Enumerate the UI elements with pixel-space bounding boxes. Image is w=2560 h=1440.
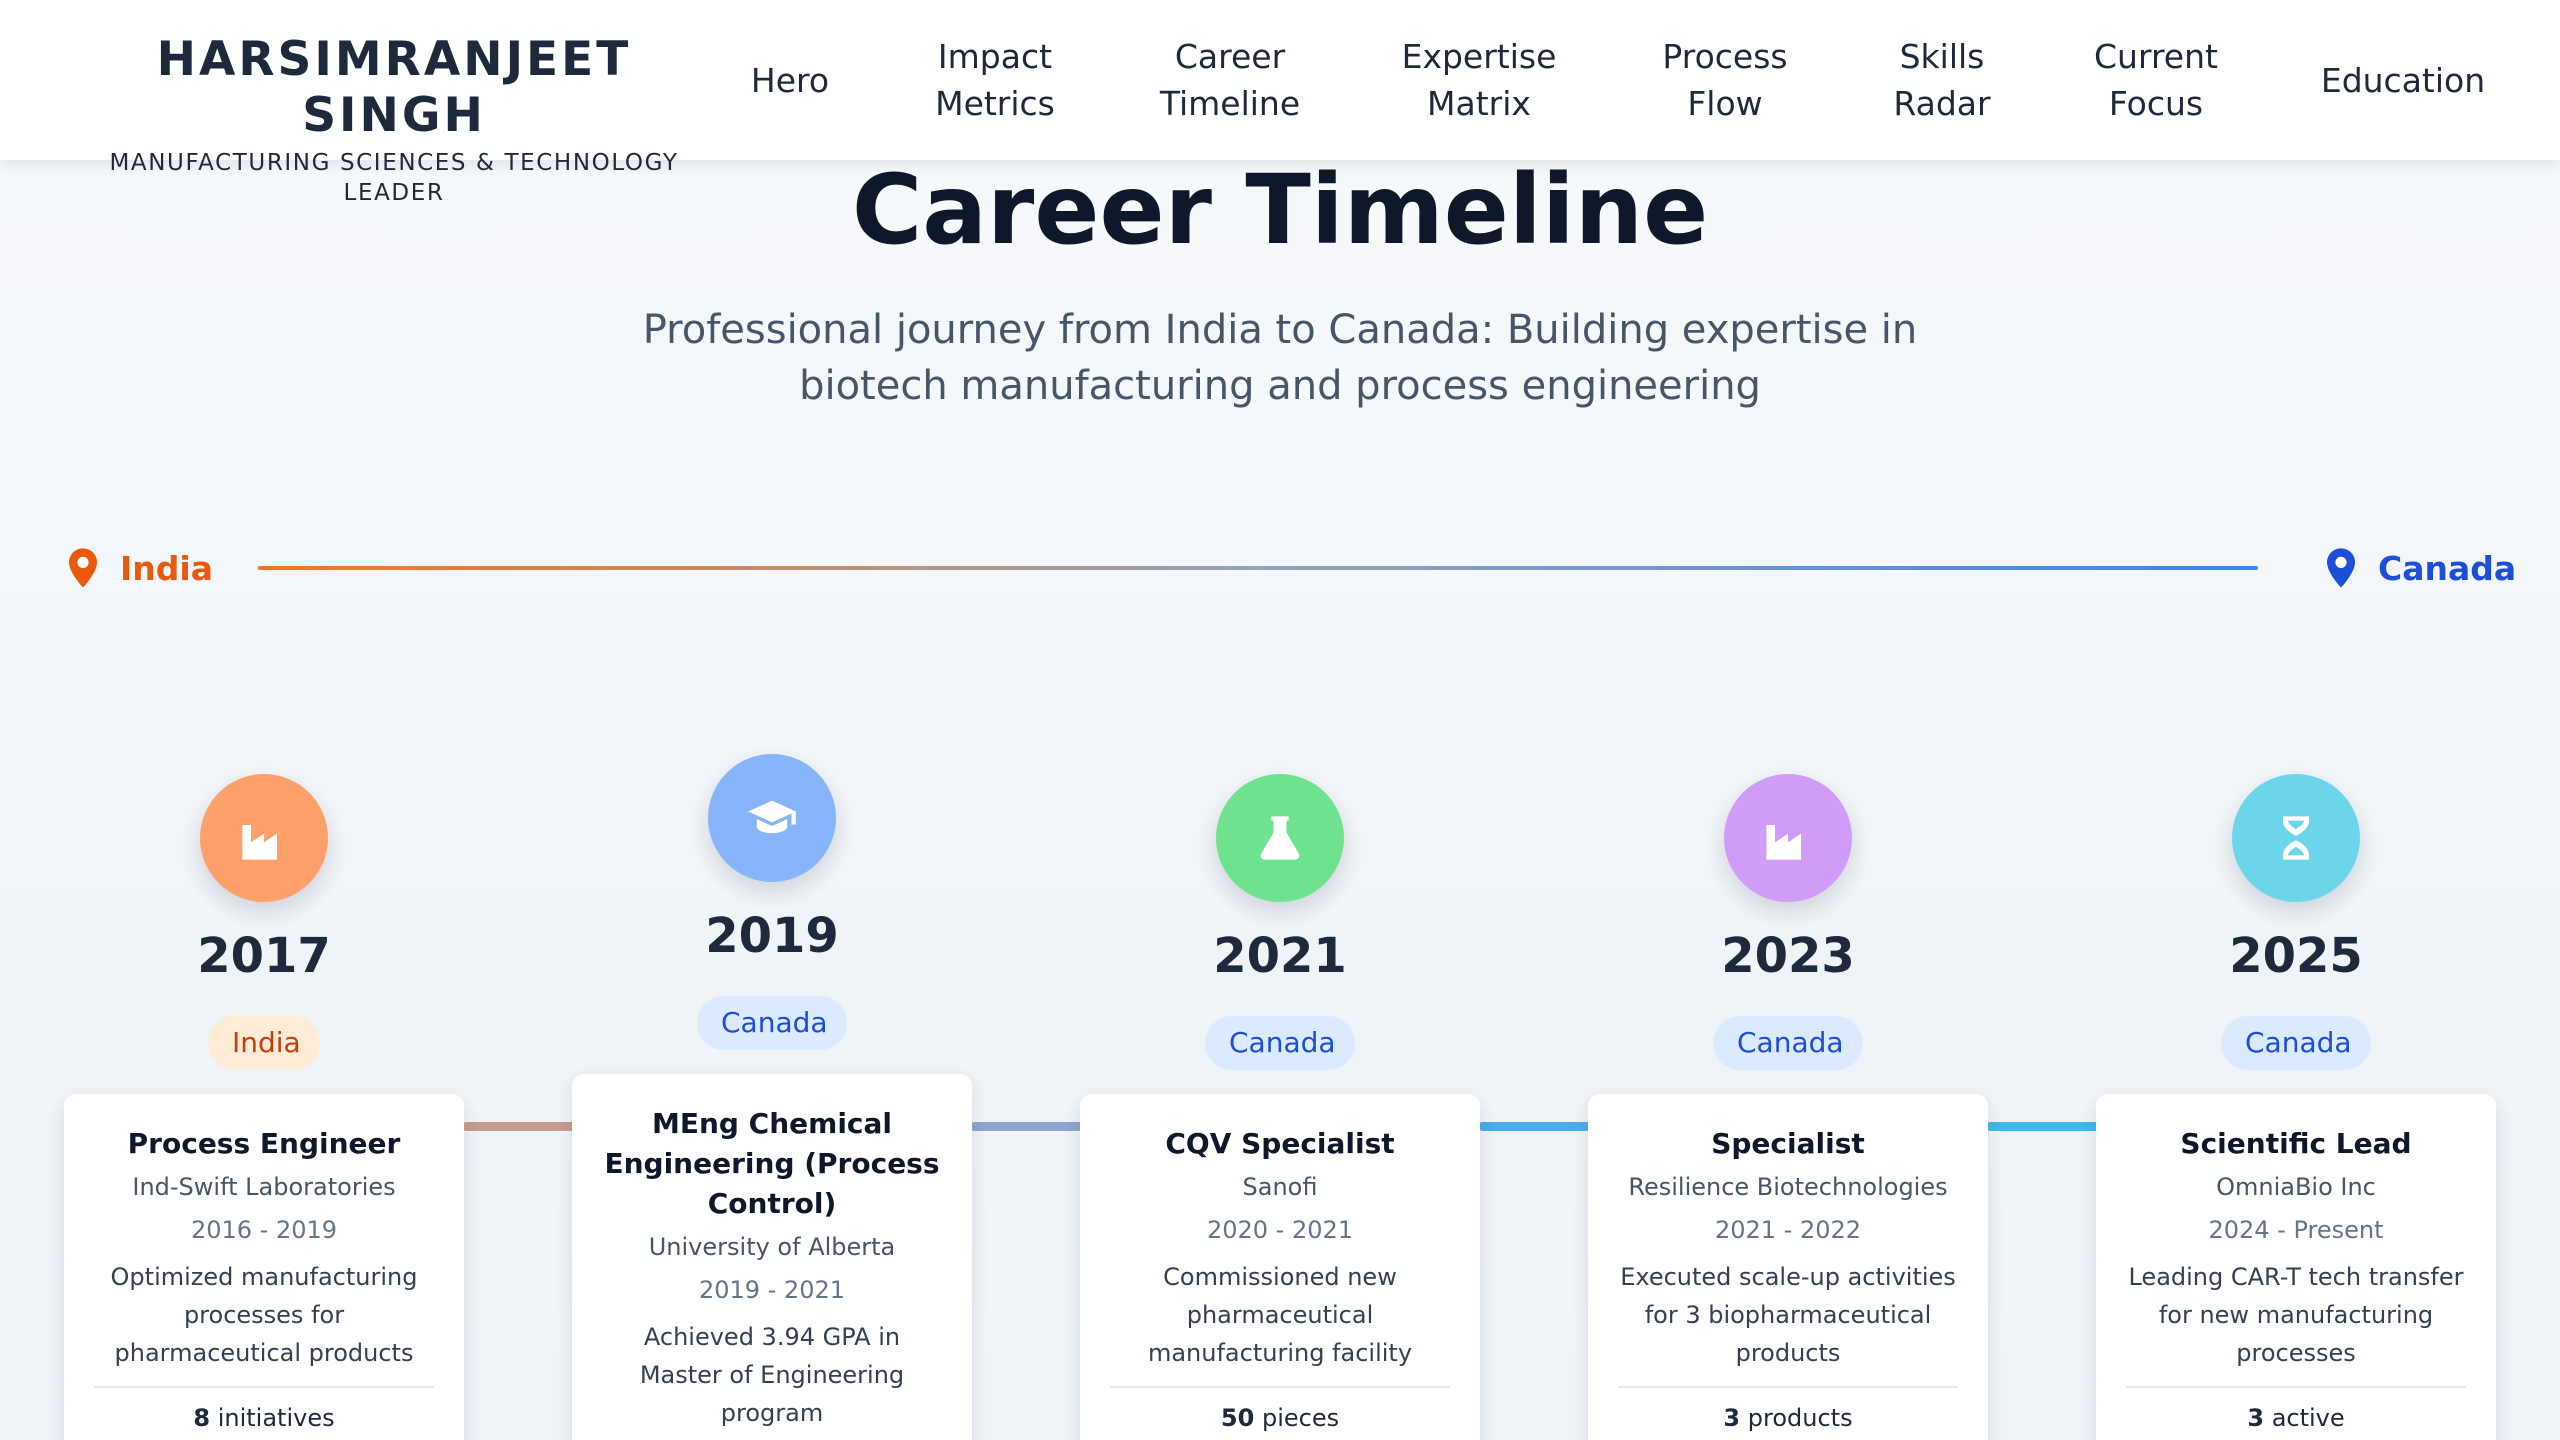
nav-skills-radar[interactable]: Skills Radar — [1880, 28, 2004, 132]
period: 2024 - Present — [2208, 1216, 2384, 1244]
milestone-card[interactable]: Specialist Resilience Biotechnologies 20… — [1588, 1094, 1988, 1440]
metric-value: 8 — [193, 1404, 211, 1432]
graduation-cap-icon — [748, 800, 796, 834]
map-pin-icon — [2327, 548, 2355, 588]
metric-unit: active — [2271, 1404, 2345, 1432]
page: HARSIMRANJEET SINGH MANUFACTURING SCIENC… — [0, 0, 2560, 1440]
milestone-year: 2025 — [2229, 928, 2363, 984]
description: Optimized manufacturing processes for ph… — [110, 1263, 418, 1367]
metric: 8 initiatives — [94, 1402, 434, 1434]
organization: Resilience Biotechnologies — [1628, 1173, 1948, 1201]
location-badge: Canada — [697, 996, 847, 1050]
timeline-connector — [972, 1122, 1082, 1131]
card-divider — [1110, 1386, 1450, 1388]
timeline-connector — [1988, 1122, 2098, 1131]
journey-end: Canada — [2324, 545, 2516, 591]
metric-value: 3 — [1723, 1404, 1741, 1432]
organization: Ind-Swift Laboratories — [132, 1173, 396, 1201]
metric-value: 50 — [1220, 1404, 1255, 1432]
metric-unit: products — [1747, 1404, 1853, 1432]
metric-unit: initiatives — [217, 1404, 335, 1432]
milestone-year: 2019 — [705, 908, 839, 964]
milestone-card[interactable]: Process Engineer Ind-Swift Laboratories … — [64, 1094, 464, 1440]
description: Commissioned new pharmaceutical manufact… — [1147, 1263, 1413, 1367]
journey-line — [258, 566, 2258, 570]
timeline-connector — [464, 1122, 574, 1131]
location-badge: Canada — [1713, 1016, 1863, 1070]
role-title: MEng Chemical Engineering (Process Contr… — [604, 1107, 940, 1220]
milestone-year: 2017 — [197, 928, 331, 984]
flask-icon — [1260, 816, 1300, 860]
metric: 3 active — [2126, 1402, 2466, 1434]
timeline-connector — [1480, 1122, 1590, 1131]
description: Executed scale-up activities for 3 bioph… — [1620, 1263, 1956, 1367]
milestone-icon — [2232, 774, 2360, 902]
location-badge: India — [208, 1016, 320, 1070]
milestone-year: 2021 — [1213, 928, 1347, 984]
metric: 3 products — [1618, 1402, 1958, 1434]
journey-start: India — [66, 545, 213, 591]
location-badge: Canada — [1205, 1016, 1355, 1070]
nav-process-flow[interactable]: Process Flow — [1640, 28, 1810, 132]
milestone-icon — [200, 774, 328, 902]
card-divider — [2126, 1386, 2466, 1388]
nav-career-timeline[interactable]: Career Timeline — [1150, 28, 1310, 132]
dna-icon — [2283, 816, 2309, 860]
milestone-card[interactable]: CQV Specialist Sanofi 2020 - 2021 Commis… — [1080, 1094, 1480, 1440]
period: 2020 - 2021 — [1206, 1216, 1354, 1244]
nav-current-focus[interactable]: Current Focus — [2080, 28, 2232, 132]
brand-tagline: MANUFACTURING SCIENCES & TECHNOLOGY LEAD… — [109, 150, 679, 206]
factory-icon — [1766, 825, 1801, 860]
location-badge: Canada — [2221, 1016, 2371, 1070]
role-title: Scientific Lead — [2180, 1127, 2412, 1160]
role-title: CQV Specialist — [1165, 1127, 1395, 1160]
map-pin-icon — [69, 548, 97, 588]
card-divider — [94, 1386, 434, 1388]
role-title: Process Engineer — [127, 1127, 401, 1160]
milestone-card[interactable]: MEng Chemical Engineering (Process Contr… — [572, 1074, 972, 1440]
milestone-card[interactable]: Scientific Lead OmniaBio Inc 2024 - Pres… — [2096, 1094, 2496, 1440]
period: 2016 - 2019 — [190, 1216, 338, 1244]
period: 2019 - 2021 — [698, 1276, 846, 1304]
milestone-icon — [1216, 774, 1344, 902]
description: Achieved 3.94 GPA in Master of Engineeri… — [639, 1323, 905, 1427]
section-subtitle: Professional journey from India to Canad… — [642, 307, 1918, 409]
milestone-icon — [1724, 774, 1852, 902]
nav-impact-metrics[interactable]: Impact Metrics — [918, 28, 1072, 132]
nav-expertise-matrix[interactable]: Expertise Matrix — [1384, 28, 1574, 132]
brand[interactable]: HARSIMRANJEET SINGH MANUFACTURING SCIENC… — [64, 32, 724, 208]
brand-name: HARSIMRANJEET SINGH — [156, 32, 632, 143]
metric: 50 pieces — [1110, 1402, 1450, 1434]
factory-icon — [242, 825, 277, 860]
description: Leading CAR-T tech transfer for new manu… — [2128, 1263, 2464, 1367]
milestone-icon — [708, 754, 836, 882]
journey-start-label: India — [120, 548, 213, 588]
milestone-year: 2023 — [1721, 928, 1855, 984]
role-title: Specialist — [1711, 1127, 1865, 1160]
organization: University of Alberta — [648, 1233, 896, 1261]
site-header: HARSIMRANJEET SINGH MANUFACTURING SCIENC… — [0, 0, 2560, 206]
nav-hero[interactable]: Hero — [735, 28, 845, 132]
metric-unit: pieces — [1261, 1404, 1340, 1432]
nav-education[interactable]: Education — [2310, 28, 2496, 132]
organization: Sanofi — [1242, 1173, 1318, 1201]
organization: OmniaBio Inc — [2216, 1173, 2376, 1201]
card-divider — [1618, 1386, 1958, 1388]
journey-end-label: Canada — [2378, 548, 2517, 588]
period: 2021 - 2022 — [1714, 1216, 1862, 1244]
metric-value: 3 — [2247, 1404, 2265, 1432]
